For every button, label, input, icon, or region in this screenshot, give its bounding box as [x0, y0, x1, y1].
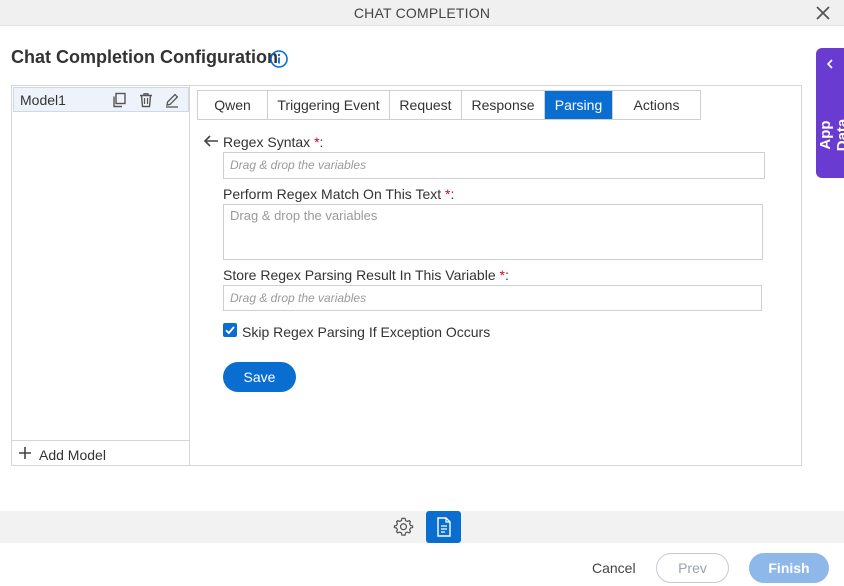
store-result-input[interactable]: Drag & drop the variables [223, 285, 762, 311]
app-data-label: App Data [817, 118, 844, 152]
document-button[interactable] [426, 511, 461, 543]
gear-icon[interactable] [393, 516, 414, 537]
tab-request[interactable]: Request [390, 91, 462, 119]
window-title: CHAT COMPLETION [353, 5, 491, 21]
model-list-item[interactable]: Model1 [13, 87, 189, 112]
page-title: Chat Completion Configuration [11, 47, 278, 67]
store-result-label: Store Regex Parsing Result In This Varia… [223, 267, 509, 283]
regex-syntax-label: Regex Syntax *: [223, 134, 324, 150]
chevron-left-icon [826, 59, 833, 69]
document-icon [437, 517, 451, 537]
save-button[interactable]: Save [223, 362, 296, 392]
match-text-label: Perform Regex Match On This Text *: [223, 186, 455, 202]
tab-response[interactable]: Response [462, 91, 545, 119]
arrow-left-icon[interactable] [203, 134, 219, 148]
checkmark-icon [225, 326, 235, 335]
finish-button[interactable]: Finish [749, 553, 829, 583]
prev-button[interactable]: Prev [656, 553, 729, 583]
model-label: Model1 [20, 92, 66, 108]
plus-icon [19, 447, 31, 459]
bottom-toolbar [0, 511, 844, 543]
info-icon[interactable] [269, 49, 289, 69]
add-model-label: Add Model [39, 447, 106, 463]
add-model-button[interactable]: Add Model [11, 440, 190, 466]
trash-icon[interactable] [138, 92, 154, 108]
tab-parsing[interactable]: Parsing [545, 91, 613, 119]
tab-bar: Qwen Triggering Event Request Response P… [197, 90, 701, 120]
skip-exception-label: Skip Regex Parsing If Exception Occurs [242, 324, 491, 340]
skip-exception-checkbox[interactable] [223, 323, 237, 337]
pencil-icon[interactable] [164, 92, 180, 108]
duplicate-icon[interactable] [111, 92, 127, 108]
regex-syntax-input[interactable]: Drag & drop the variables [223, 152, 765, 179]
app-data-panel-toggle[interactable]: App Data [816, 48, 844, 178]
cancel-button[interactable]: Cancel [592, 560, 636, 576]
match-text-input[interactable]: Drag & drop the variables [223, 204, 763, 260]
close-icon[interactable] [814, 4, 832, 22]
tab-qwen[interactable]: Qwen [198, 91, 268, 119]
window-titlebar: CHAT COMPLETION [0, 0, 844, 26]
tab-actions[interactable]: Actions [613, 91, 700, 119]
tab-triggering-event[interactable]: Triggering Event [268, 91, 390, 119]
model-list-panel [11, 85, 190, 466]
